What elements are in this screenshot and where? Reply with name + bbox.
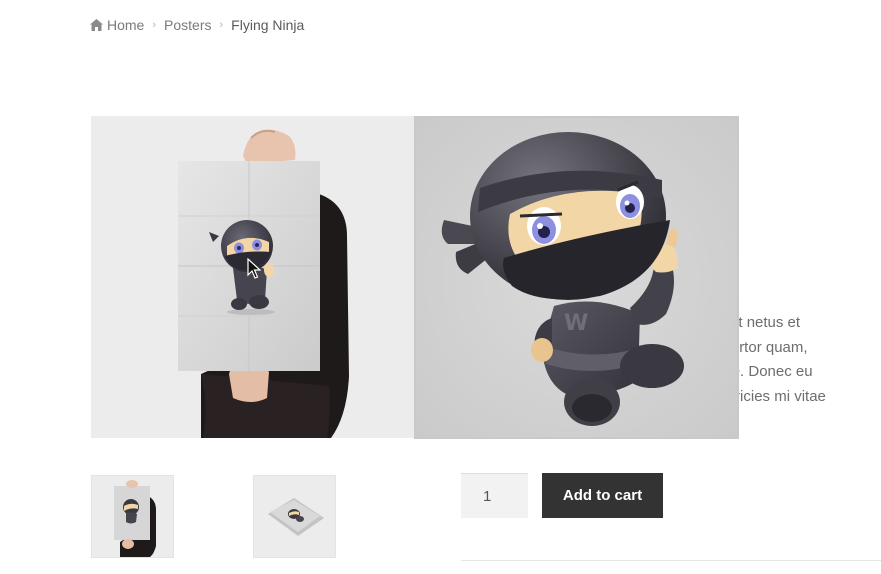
ninja-zoom-image: W	[416, 118, 737, 437]
breadcrumb: Home › Posters › Flying Ninja	[90, 17, 304, 33]
divider	[461, 560, 881, 561]
mouse-pointer-icon	[247, 258, 261, 279]
chevron-right-icon: ›	[152, 19, 157, 31]
home-icon	[90, 19, 103, 31]
poster-held-thumbnail	[92, 476, 173, 557]
gallery-thumbnail-2[interactable]	[253, 475, 336, 558]
quantity-input[interactable]	[461, 473, 528, 518]
breadcrumb-category-link[interactable]: Posters	[164, 17, 211, 33]
poster-flat-thumbnail	[254, 476, 335, 557]
svg-text:W: W	[564, 311, 588, 336]
breadcrumb-home-link[interactable]: Home	[90, 17, 144, 33]
chevron-right-icon: ›	[219, 19, 224, 31]
image-zoom-overlay: W	[414, 116, 739, 439]
breadcrumb-current: Flying Ninja	[231, 17, 305, 33]
breadcrumb-home-label: Home	[107, 17, 145, 33]
add-to-cart-button[interactable]: Add to cart	[542, 473, 663, 518]
gallery-thumbnail-1[interactable]	[91, 475, 174, 558]
product-page: Home › Posters › Flying Ninja ectus et n…	[0, 0, 881, 574]
